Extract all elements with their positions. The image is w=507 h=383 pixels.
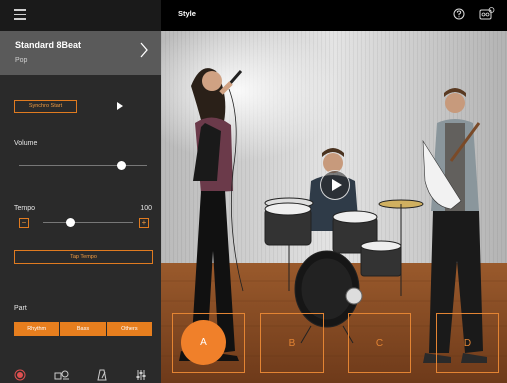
style-category: Pop	[15, 57, 28, 64]
tuner-icon[interactable]	[479, 7, 495, 21]
section-b-button[interactable]: B	[260, 313, 324, 373]
tempo-increase-button[interactable]: +	[139, 218, 149, 228]
play-icon[interactable]	[117, 102, 123, 110]
part-rhythm-button[interactable]: Rhythm	[14, 322, 60, 336]
tempo-label: Tempo	[14, 205, 36, 212]
part-label: Part	[14, 305, 27, 312]
volume-track	[19, 165, 147, 166]
tempo-thumb[interactable]	[66, 218, 75, 227]
volume-label: Volume	[14, 140, 38, 147]
tempo-decrease-button[interactable]: −	[19, 218, 29, 228]
part-others-button[interactable]: Others	[106, 322, 152, 336]
hamburger-icon[interactable]	[14, 9, 26, 20]
section-a-active-indicator[interactable]: A	[181, 320, 226, 365]
part-bass-button[interactable]: Bass	[60, 322, 106, 336]
chevron-right-icon	[140, 42, 148, 58]
section-d-button[interactable]: D	[436, 313, 499, 373]
page-title: Style	[178, 9, 196, 18]
help-icon[interactable]	[453, 8, 465, 20]
top-bar: Style	[161, 0, 507, 31]
part-buttons: Rhythm Bass Others	[14, 322, 152, 336]
tap-tempo-button[interactable]: Tap Tempo	[14, 250, 153, 264]
volume-thumb[interactable]	[116, 161, 126, 170]
synchro-start-button[interactable]: Synchro Start	[14, 100, 77, 113]
metronome-icon[interactable]	[97, 369, 107, 381]
tempo-value: 100	[140, 205, 152, 212]
control-panel: Standard 8Beat Pop Synchro Start Volume …	[0, 0, 161, 383]
play-button[interactable]	[320, 170, 350, 200]
style-selector[interactable]: Standard 8Beat Pop	[0, 31, 161, 75]
record-icon[interactable]	[14, 369, 26, 381]
style-icon[interactable]	[54, 369, 70, 381]
tempo-track	[43, 222, 133, 223]
bottom-nav	[0, 367, 161, 383]
panel-header	[0, 0, 161, 31]
section-c-button[interactable]: C	[348, 313, 411, 373]
settings-icon[interactable]	[135, 369, 147, 381]
style-name: Standard 8Beat	[15, 40, 82, 50]
